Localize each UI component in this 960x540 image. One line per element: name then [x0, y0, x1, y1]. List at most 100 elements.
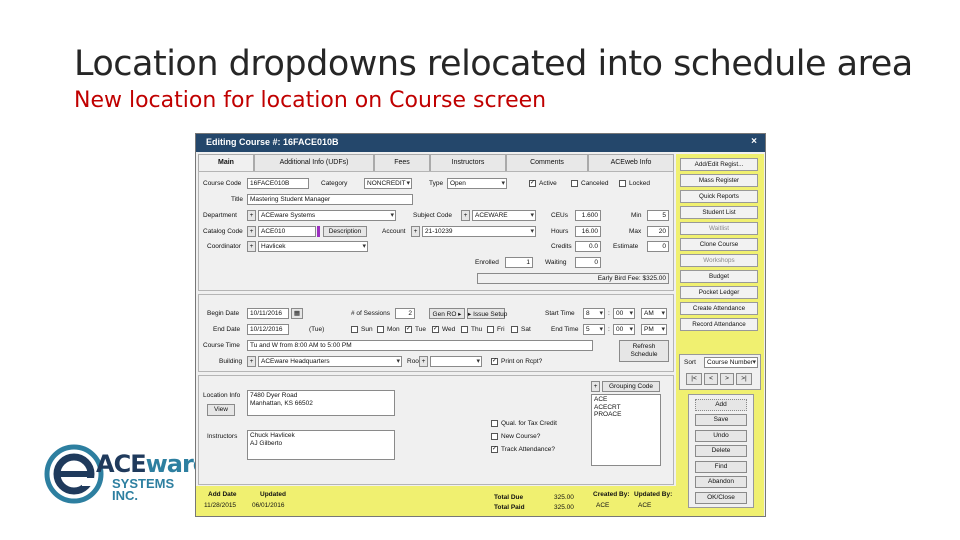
end-date-field[interactable]: 10/12/2016 — [247, 324, 289, 335]
close-icon[interactable]: × — [751, 136, 757, 147]
end-minute-select[interactable]: 00 — [613, 324, 635, 335]
qual-tax-credit-checkbox[interactable] — [491, 420, 498, 427]
ceus-field[interactable]: 1.600 — [575, 210, 601, 221]
total-paid-label: Total Paid — [494, 504, 525, 511]
tab-fees[interactable]: Fees — [374, 154, 430, 171]
workshops-button[interactable]: Workshops — [680, 254, 758, 267]
add-date-label: Add Date — [208, 491, 237, 498]
new-course-checkbox[interactable] — [491, 433, 498, 440]
title-field[interactable]: Mastering Student Manager — [247, 194, 413, 205]
save-button[interactable]: Save — [695, 414, 747, 426]
begin-date-field[interactable]: 10/11/2016 — [247, 308, 289, 319]
calendar-icon[interactable]: ▦ — [291, 308, 303, 319]
tab-aceweb-info[interactable]: ACEweb Info — [588, 154, 674, 171]
list-item[interactable]: ACECRT — [594, 404, 658, 412]
add-button[interactable]: Add — [695, 399, 747, 411]
find-button[interactable]: Find — [695, 461, 747, 473]
account-add-button[interactable]: + — [411, 226, 420, 237]
ok-close-button[interactable]: OK/Close — [695, 492, 747, 504]
end-hour-select[interactable]: 5 — [583, 324, 605, 335]
day-fri-checkbox[interactable] — [487, 326, 494, 333]
locked-label: Locked — [629, 180, 650, 187]
catalog-code-field[interactable]: ACE010 — [258, 226, 316, 237]
num-sessions-field[interactable]: 2 — [395, 308, 415, 319]
sort-select[interactable]: Course Number — [704, 357, 758, 368]
start-minute-select[interactable]: 00 — [613, 308, 635, 319]
add-edit-registration-button[interactable]: Add/Edit Regist... — [680, 158, 758, 171]
quick-reports-button[interactable]: Quick Reports — [680, 190, 758, 203]
prev-record-button[interactable]: < — [704, 373, 718, 385]
gen-ro-button[interactable]: Gen RO ▸ — [429, 308, 465, 319]
building-add-button[interactable]: + — [247, 356, 256, 367]
canceled-checkbox[interactable] — [571, 180, 578, 187]
num-sessions-label: # of Sessions — [351, 310, 391, 317]
grouping-code-list[interactable]: ACE ACECRT PROACE — [591, 394, 661, 466]
grouping-code-add-button[interactable]: + — [591, 381, 600, 392]
day-mon-checkbox[interactable] — [377, 326, 384, 333]
department-add-button[interactable]: + — [247, 210, 256, 221]
abandon-button[interactable]: Abandon — [695, 476, 747, 488]
day-sun-checkbox[interactable] — [351, 326, 358, 333]
undo-button[interactable]: Undo — [695, 430, 747, 442]
type-select[interactable]: Open — [447, 178, 507, 189]
course-code-field[interactable]: 16FACE010B — [247, 178, 309, 189]
mass-register-button[interactable]: Mass Register — [680, 174, 758, 187]
updated-by-value: ACE — [638, 502, 652, 509]
room-add-button[interactable]: + — [419, 356, 428, 367]
view-location-button[interactable]: View — [207, 404, 235, 416]
room-select[interactable] — [430, 356, 482, 367]
start-ampm-select[interactable]: AM — [641, 308, 667, 319]
day-thu-checkbox[interactable] — [461, 326, 468, 333]
locked-checkbox[interactable] — [619, 180, 626, 187]
budget-button[interactable]: Budget — [680, 270, 758, 283]
hours-field[interactable]: 16.00 — [575, 226, 601, 237]
active-checkbox[interactable]: ✓ — [529, 180, 536, 187]
tab-instructors[interactable]: Instructors — [430, 154, 506, 171]
list-item[interactable]: ACE — [594, 396, 658, 404]
enrolled-label: Enrolled — [475, 259, 499, 266]
waitlist-button[interactable]: Waitlist — [680, 222, 758, 235]
building-select[interactable]: ACEware Headquarters — [258, 356, 402, 367]
create-attendance-button[interactable]: Create Attendance — [680, 302, 758, 315]
department-select[interactable]: ACEware Systems — [258, 210, 396, 221]
print-on-rcpt-checkbox[interactable]: ✓ — [491, 358, 498, 365]
waiting-field: 0 — [575, 257, 601, 268]
max-field[interactable]: 20 — [647, 226, 669, 237]
account-select[interactable]: 21-10239 — [422, 226, 536, 237]
catalog-code-add-button[interactable]: + — [247, 226, 256, 237]
min-field[interactable]: 5 — [647, 210, 669, 221]
coordinator-label: Coordinator — [207, 243, 241, 250]
end-ampm-select[interactable]: PM — [641, 324, 667, 335]
tab-main[interactable]: Main — [198, 154, 254, 172]
delete-button[interactable]: Delete — [695, 445, 747, 457]
subject-code-add-button[interactable]: + — [461, 210, 470, 221]
clone-course-button[interactable]: Clone Course — [680, 238, 758, 251]
coordinator-select[interactable]: Havlicek — [258, 241, 368, 252]
credits-field[interactable]: 0.0 — [575, 241, 601, 252]
grouping-code-button[interactable]: Grouping Code — [602, 381, 660, 392]
tab-additional-info[interactable]: Additional Info (UDFs) — [254, 154, 374, 171]
first-record-button[interactable]: |< — [686, 373, 702, 385]
description-button[interactable]: Description — [323, 226, 367, 237]
aceware-logo: ACEware SYSTEMS INC. — [44, 440, 209, 508]
start-hour-select[interactable]: 8 — [583, 308, 605, 319]
course-time-field[interactable]: Tu and W from 8:00 AM to 5:00 PM — [247, 340, 593, 351]
record-attendance-button[interactable]: Record Attendance — [680, 318, 758, 331]
coordinator-add-button[interactable]: + — [247, 241, 256, 252]
refresh-schedule-button[interactable]: Refresh Schedule — [619, 340, 669, 362]
track-attendance-checkbox[interactable]: ✓ — [491, 446, 498, 453]
last-record-button[interactable]: >| — [736, 373, 752, 385]
tab-comments[interactable]: Comments — [506, 154, 588, 171]
category-select[interactable]: NONCREDIT — [364, 178, 412, 189]
list-item[interactable]: PROACE — [594, 411, 658, 419]
day-wed-checkbox[interactable]: ✓ — [432, 326, 439, 333]
next-record-button[interactable]: > — [720, 373, 734, 385]
student-list-button[interactable]: Student List — [680, 206, 758, 219]
pocket-ledger-button[interactable]: Pocket Ledger — [680, 286, 758, 299]
issue-setup-button[interactable]: ▸ Issue Setup — [467, 308, 507, 319]
day-tue-checkbox[interactable]: ✓ — [405, 326, 412, 333]
day-sat-checkbox[interactable] — [511, 326, 518, 333]
subject-code-select[interactable]: ACEWARE — [472, 210, 536, 221]
instructors-label: Instructors — [207, 433, 238, 440]
estimate-field[interactable]: 0 — [647, 241, 669, 252]
